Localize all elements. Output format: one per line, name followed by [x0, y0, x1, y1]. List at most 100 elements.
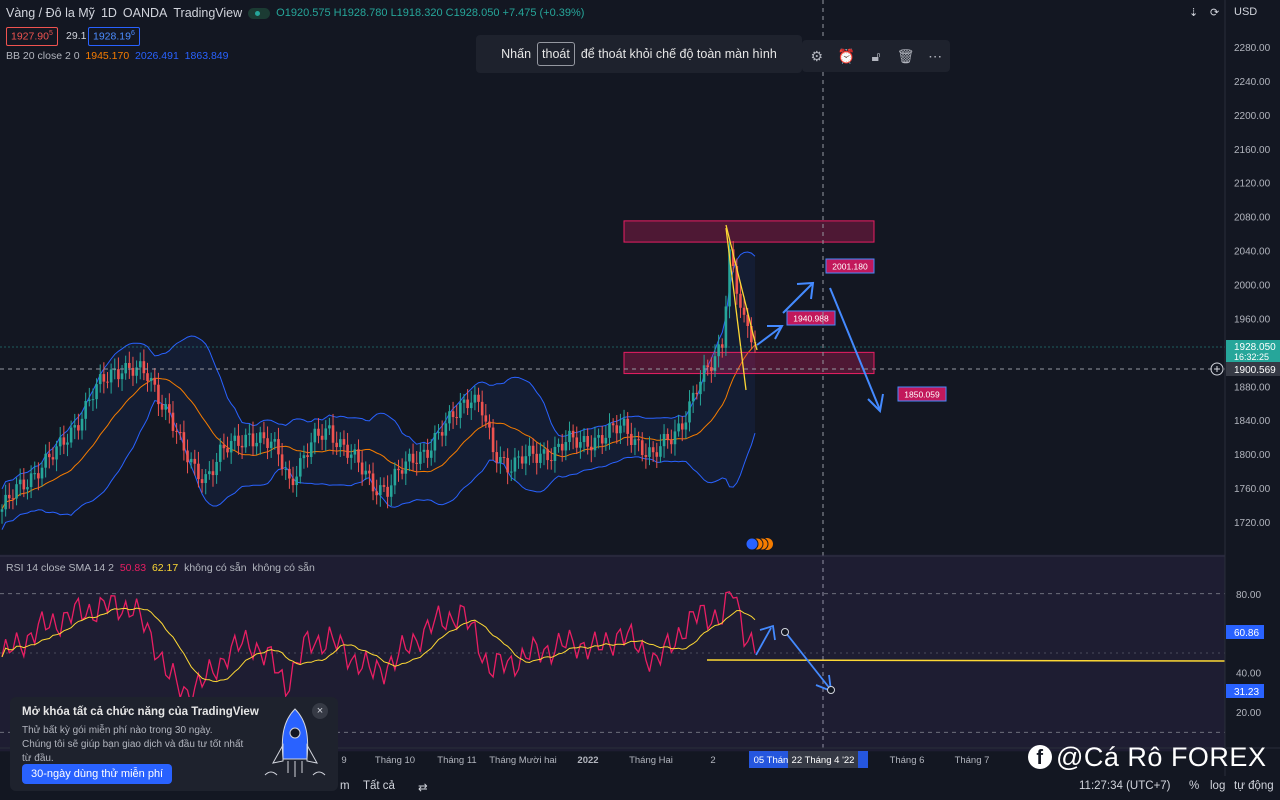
candle-body — [131, 367, 135, 376]
candle-body — [251, 433, 255, 447]
candle-body — [579, 442, 582, 448]
candle-body — [302, 455, 306, 459]
candle-body — [193, 458, 197, 464]
candle-body — [102, 374, 106, 382]
interval[interactable]: 1D — [101, 6, 117, 20]
rocket-icon — [264, 708, 326, 777]
candle-body — [77, 425, 80, 431]
candle-body — [695, 392, 699, 395]
chart-canvas[interactable]: 1940.9882001.1801850.059 2280.002240.002… — [0, 0, 1280, 800]
drawing-toolbar: ⚙ ⏰ 🔓︎ 🗑︎ ⋯ — [802, 40, 950, 72]
refresh-icon[interactable]: ⟳ — [1210, 6, 1219, 19]
candle-body — [684, 422, 688, 430]
rsi-anchor-point[interactable] — [781, 628, 789, 636]
rsi-label: RSI 14 close SMA 14 2 — [6, 562, 114, 574]
candle-body — [553, 446, 557, 462]
price-tick: 2040.00 — [1234, 247, 1271, 258]
candle-body — [564, 442, 568, 451]
rsi-value: 50.83 — [119, 562, 147, 574]
rsi-legend[interactable]: RSI 14 close SMA 14 2 50.83 62.17 không … — [6, 562, 315, 574]
candle-body — [535, 453, 539, 463]
bb-basis-value: 1945.170 — [85, 50, 130, 62]
candle-body — [600, 435, 604, 444]
price-label: 2001.180 — [832, 262, 868, 272]
candle-body — [353, 449, 357, 455]
crosshair-price: 1900.569 — [1234, 365, 1276, 376]
candle-body — [138, 361, 142, 368]
range-option[interactable]: m — [340, 780, 350, 792]
candle-body — [670, 440, 673, 445]
candle-body — [51, 457, 55, 460]
candle-body — [317, 428, 320, 436]
candle-body — [397, 468, 400, 471]
range-all[interactable]: Tất cả — [363, 780, 395, 792]
candle-body — [742, 307, 746, 315]
more-icon[interactable]: ⋯ — [924, 48, 946, 65]
candle-body — [433, 433, 437, 451]
alert-icon[interactable]: ⏰ — [835, 48, 857, 65]
bb-legend[interactable]: BB 20 close 2 0 1945.170 2026.491 1863.8… — [6, 50, 228, 62]
symbol-name[interactable]: Vàng / Đô la Mỹ — [6, 6, 95, 20]
candle-body — [26, 487, 29, 490]
time-tick: Tháng 11 — [437, 755, 476, 766]
rsi-horizontal-drawing[interactable] — [706, 659, 1226, 662]
rsi-anchor-point[interactable] — [827, 686, 835, 694]
time-axis[interactable]: 9 Tháng 10 Tháng 11 Tháng Mười hai 2022 Tháng… — [341, 751, 989, 768]
zone-resistance[interactable] — [623, 220, 875, 243]
lock-icon[interactable]: 🔓︎ — [865, 48, 887, 65]
low-value: L1918.320 — [390, 7, 443, 19]
candle-body — [18, 479, 22, 485]
candle-body — [524, 456, 528, 464]
candle-body — [182, 432, 186, 451]
candle-body — [33, 473, 37, 475]
time-tick: Tháng 6 — [890, 755, 925, 766]
candle-body — [222, 444, 226, 449]
currency-select[interactable]: USD — [1234, 6, 1257, 18]
buy-button[interactable]: 1928.196 — [88, 27, 140, 46]
rsi-na-2: không có sẵn — [252, 562, 315, 574]
candle-body — [171, 412, 175, 431]
percent-toggle[interactable]: % — [1189, 780, 1199, 792]
rsi-axis[interactable]: 80.00 40.00 20.00 60.86 31.23 — [1226, 590, 1264, 719]
candle-body — [637, 439, 640, 441]
trash-icon[interactable]: 🗑︎ — [895, 48, 917, 65]
candle-body — [273, 439, 277, 442]
candle-body — [240, 445, 244, 448]
gear-icon[interactable]: ⚙ — [806, 48, 828, 65]
candle-body — [346, 444, 349, 458]
rsi-tick: 40.00 — [1236, 669, 1261, 680]
candle-body — [549, 460, 553, 462]
auto-toggle[interactable]: tự động — [1234, 780, 1274, 792]
countdown-value: 16:32:25 — [1234, 352, 1269, 362]
price-label: 1850.059 — [904, 390, 940, 400]
symbol-header[interactable]: Vàng / Đô la Mỹ 1D OANDA TradingView O19… — [6, 6, 584, 20]
candle-body — [651, 447, 655, 453]
candle-body — [699, 381, 702, 395]
candle-body — [586, 436, 589, 447]
candle-body — [469, 402, 473, 409]
zone-support[interactable] — [623, 351, 875, 375]
time-range-start: 05 Thán — [754, 755, 789, 766]
candle-body — [630, 433, 633, 446]
candle-body — [531, 445, 535, 454]
candle-body — [495, 452, 499, 463]
candle-body — [371, 473, 375, 492]
candle-body — [258, 432, 262, 443]
event-marker[interactable] — [745, 537, 773, 551]
add-alert-plus-icon[interactable] — [1210, 362, 1224, 376]
time-tick: Tháng Mười hai — [489, 755, 557, 766]
arrow-down-icon[interactable]: ⇣ — [1189, 6, 1198, 19]
candle-body — [408, 453, 411, 462]
candle-body — [459, 402, 462, 418]
date-range-icon[interactable]: ⇄ — [418, 780, 428, 794]
candle-body — [218, 444, 222, 462]
clock-time[interactable]: 11:27:34 (UTC+7) — [1079, 780, 1171, 792]
candle-body — [349, 454, 353, 458]
candle-body — [215, 461, 218, 476]
candle-body — [429, 450, 433, 458]
candle-body — [55, 446, 58, 460]
rsi-sma-value: 62.17 — [151, 562, 179, 574]
log-toggle[interactable]: log — [1210, 780, 1225, 792]
price-axis[interactable]: 2280.00 2240.00 2200.00 2160.00 2120.00 2080.… — [1226, 43, 1280, 529]
sell-button[interactable]: 1927.905 — [6, 27, 58, 46]
